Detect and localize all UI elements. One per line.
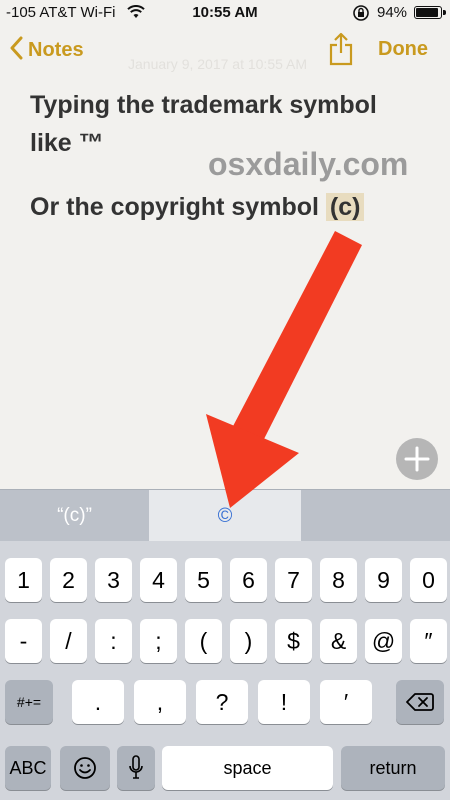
note-line-1: Typing the trademark symbol <box>30 91 377 119</box>
emoji-icon[interactable] <box>60 746 110 790</box>
key-at[interactable]: @ <box>365 619 402 663</box>
key-open-paren[interactable]: ( <box>185 619 222 663</box>
watermark: osxdaily.com <box>208 146 409 182</box>
backspace-icon[interactable] <box>396 680 444 724</box>
note-line-3: Or the copyright symbol (c) <box>30 188 430 226</box>
battery-icon <box>414 6 446 19</box>
keyboard: 1 2 3 4 5 6 7 8 9 0 - / : ; ( ) $ & @ ″ … <box>0 541 450 800</box>
suggestion-3[interactable] <box>301 490 450 542</box>
key-5[interactable]: 5 <box>185 558 222 602</box>
key-7[interactable]: 7 <box>275 558 312 602</box>
key-return[interactable]: return <box>341 746 445 790</box>
back-button[interactable]: Notes <box>10 36 84 65</box>
suggestion-bar: “(c)” © <box>0 489 450 542</box>
key-space[interactable]: space <box>162 746 333 790</box>
key-0[interactable]: 0 <box>410 558 447 602</box>
plus-icon[interactable] <box>396 438 438 480</box>
note-date-faded: January 9, 2017 at 10:55 AM <box>128 56 308 72</box>
back-button-label: Notes <box>28 39 84 61</box>
note-line-3-text: Or the copyright symbol <box>30 193 319 221</box>
key-question[interactable]: ? <box>196 680 248 724</box>
key-4[interactable]: 4 <box>140 558 177 602</box>
key-9[interactable]: 9 <box>365 558 402 602</box>
nav-bar: January 9, 2017 at 10:55 AM Notes Done <box>0 26 450 76</box>
key-dollar[interactable]: $ <box>275 619 312 663</box>
key-period[interactable]: . <box>72 680 124 724</box>
chevron-left-icon <box>10 36 24 65</box>
key-2[interactable]: 2 <box>50 558 87 602</box>
key-semicolon[interactable]: ; <box>140 619 177 663</box>
key-comma[interactable]: , <box>134 680 186 724</box>
key-slash[interactable]: / <box>50 619 87 663</box>
key-3[interactable]: 3 <box>95 558 132 602</box>
key-exclamation[interactable]: ! <box>258 680 310 724</box>
key-hyphen[interactable]: - <box>5 619 42 663</box>
microphone-icon[interactable] <box>117 746 155 790</box>
key-quote[interactable]: ″ <box>410 619 447 663</box>
key-8[interactable]: 8 <box>320 558 357 602</box>
key-ampersand[interactable]: & <box>320 619 357 663</box>
done-button[interactable]: Done <box>378 38 428 61</box>
key-more-symbols[interactable]: #+= <box>5 680 53 724</box>
status-bar: -105 AT&T Wi-Fi 10:55 AM 94% <box>0 0 450 26</box>
key-colon[interactable]: : <box>95 619 132 663</box>
key-apostrophe[interactable]: ′ <box>320 680 372 724</box>
share-icon[interactable] <box>326 32 356 66</box>
suggestion-1[interactable]: “(c)” <box>0 490 149 542</box>
key-6[interactable]: 6 <box>230 558 267 602</box>
key-abc[interactable]: ABC <box>5 746 51 790</box>
highlighted-text: (c) <box>325 193 365 221</box>
suggestion-2-selected[interactable]: © <box>149 490 301 542</box>
rotation-lock-icon <box>352 4 370 26</box>
key-1[interactable]: 1 <box>5 558 42 602</box>
key-close-paren[interactable]: ) <box>230 619 267 663</box>
battery-percent: 94% <box>377 4 408 21</box>
